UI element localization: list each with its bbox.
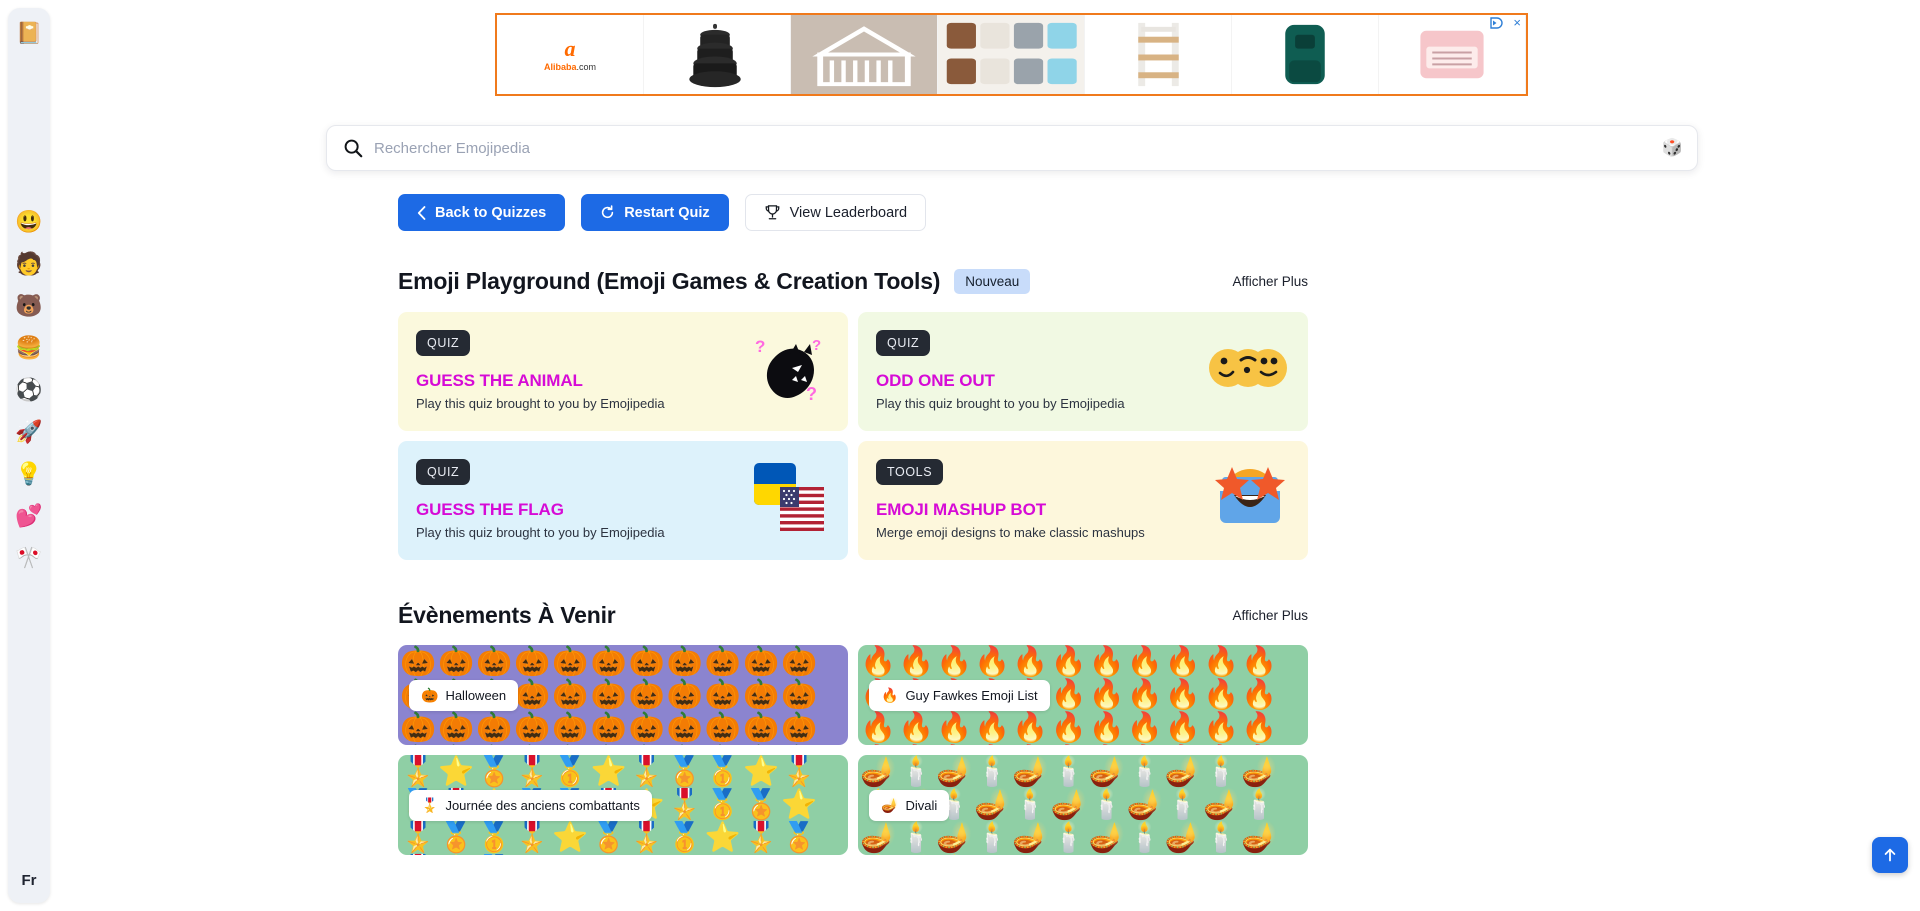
events-show-more[interactable]: Afficher Plus [1232,608,1308,623]
playground-title: Emoji Playground (Emoji Games & Creation… [398,268,941,294]
card-emoji-mashup-bot[interactable]: TOOLS EMOJI MASHUP BOT Merge emoji desig… [858,441,1308,560]
event-label: Halloween [445,687,507,703]
sidebar-item-travel[interactable]: 🚀 [14,417,44,447]
playground-new-badge: Nouveau [954,269,1031,294]
ad-product-cookware [644,15,791,94]
svg-text:?: ? [812,337,821,354]
card-tag: QUIZ [876,330,931,356]
quiz-toolbar: Back to Quizzes Restart Quiz View Leader… [398,194,927,231]
ad-product-bed [791,15,938,94]
svg-text:?: ? [755,337,765,356]
events-section-header: Évènements À Venir Afficher Plus [398,602,1308,629]
alibaba-logo-text: Alibaba.com [543,61,597,72]
arrow-up-icon [1884,848,1896,862]
event-card-divali[interactable]: 🪔🕯️🪔🕯️🪔🕯️🪔🕯️🪔🕯️🪔🕯️🪔🕯️🪔🕯️🪔🕯️🪔🕯️🪔🕯️🪔🕯️🪔🕯️🪔… [858,755,1308,855]
sidebar-item-activity[interactable]: ⚽ [14,375,44,405]
event-card-veterans-day[interactable]: 🎖️⭐🏅🎖️🥇⭐🎖️🏅🥇⭐🎖️🏅🎖️⭐🥇🏅🎖️⭐🎖️🥇🏅⭐🎖️🏅🥇🎖️⭐🏅🎖️🥇… [398,755,848,855]
search-input[interactable] [374,139,1662,157]
svg-text:?: ? [806,384,817,404]
sidebar-item-objects[interactable]: 💡 [14,459,44,489]
card-tag: QUIZ [416,330,471,356]
advertisement-banner[interactable]: ɑ Alibaba.com × [495,13,1528,96]
flags-art [750,459,828,543]
back-to-quizzes-button[interactable]: Back to Quizzes [398,194,566,231]
diya-lamp-icon: 🪔 [881,796,899,813]
ad-product-air-fryer [1232,15,1379,94]
left-sidebar: 📔 😃 🧑 🐻 🍔 ⚽ 🚀 💡 💕 🎌 Fr [8,8,50,903]
trophy-icon [765,205,779,220]
sidebar-item-animals[interactable]: 🐻 [14,291,44,321]
language-switcher[interactable]: Fr [22,872,37,889]
dice-icon[interactable]: 🎲 [1662,138,1683,158]
event-card-guy-fawkes[interactable]: 🔥🔥🔥🔥🔥🔥🔥🔥🔥🔥🔥🔥🔥🔥🔥🔥🔥🔥🔥🔥🔥🔥🔥🔥🔥🔥🔥🔥🔥🔥🔥🔥🔥🔥🔥🔥🔥🔥🔥🔥… [858,645,1308,745]
event-chip: 🎖️ Journée des anciens combattants [409,789,652,821]
military-medal-icon: 🎖️ [421,796,439,813]
playground-section-header: Emoji Playground (Emoji Games & Creation… [398,268,1308,295]
restart-quiz-label: Restart Quiz [624,204,710,221]
event-chip: 🎃 Halloween [409,679,519,711]
event-label: Guy Fawkes Emoji List [905,687,1038,703]
ad-brand-cell: ɑ Alibaba.com [497,15,644,94]
sidebar-item-food[interactable]: 🍔 [14,333,44,363]
sidebar-category-list: 😃 🧑 🐻 🍔 ⚽ 🚀 💡 💕 🎌 [14,207,44,585]
sidebar-item-people[interactable]: 🧑 [14,249,44,279]
ad-close-icon[interactable]: × [1513,16,1521,29]
card-guess-the-animal[interactable]: QUIZ GUESS THE ANIMAL Play this quiz bro… [398,312,848,431]
event-chip: 🪔 Divali [869,789,950,821]
odd-one-out-art [1208,344,1288,400]
adchoices-icon[interactable] [1490,17,1504,32]
playground-show-more[interactable]: Afficher Plus [1232,274,1308,289]
search-icon [344,139,363,158]
event-label: Journée des anciens combattants [445,797,640,813]
back-to-quizzes-label: Back to Quizzes [435,204,547,221]
restart-quiz-button[interactable]: Restart Quiz [581,194,729,231]
card-odd-one-out[interactable]: QUIZ ODD ONE OUT Play this quiz brought … [858,312,1308,431]
ad-product-storage-bins [938,15,1085,94]
sidebar-item-smileys[interactable]: 😃 [14,207,44,237]
animal-silhouette-art: ? ? ? [752,332,828,412]
restart-icon [602,205,614,219]
events-title: Évènements À Venir [398,602,616,628]
event-label: Divali [905,797,938,813]
scroll-to-top-button[interactable] [1872,837,1908,873]
playground-card-grid: QUIZ GUESS THE ANIMAL Play this quiz bro… [398,312,1308,560]
view-leaderboard-label: View Leaderboard [789,204,908,221]
fire-icon: 🔥 [881,686,899,703]
ad-product-step-stool [1085,15,1232,94]
events-grid: 🎃🎃🎃🎃🎃🎃🎃🎃🎃🎃🎃🎃🎃🎃🎃🎃🎃🎃🎃🎃🎃🎃🎃🎃🎃🎃🎃🎃🎃🎃🎃🎃🎃🎃🎃🎃🎃🎃🎃🎃… [398,645,1308,855]
view-leaderboard-button[interactable]: View Leaderboard [744,194,927,231]
chevron-left-icon [417,205,426,220]
alibaba-logo-icon: ɑ [564,35,576,61]
event-chip: 🔥 Guy Fawkes Emoji List [869,679,1050,711]
mashup-bot-art [1212,461,1288,541]
jack-o-lantern-icon: 🎃 [421,686,439,703]
search-bar[interactable]: 🎲 [326,125,1698,171]
sidebar-item-flags[interactable]: 🎌 [14,543,44,573]
page-content: ɑ Alibaba.com × Rechercher Emojipedia 🎲 … [58,0,1920,911]
event-card-halloween[interactable]: 🎃🎃🎃🎃🎃🎃🎃🎃🎃🎃🎃🎃🎃🎃🎃🎃🎃🎃🎃🎃🎃🎃🎃🎃🎃🎃🎃🎃🎃🎃🎃🎃🎃🎃🎃🎃🎃🎃🎃🎃… [398,645,848,745]
emoji-book-icon[interactable]: 📔 [16,21,42,47]
card-tag: QUIZ [416,459,471,485]
sidebar-item-symbols[interactable]: 💕 [14,501,44,531]
card-tag: TOOLS [876,459,944,485]
card-guess-the-flag[interactable]: QUIZ GUESS THE FLAG Play this quiz broug… [398,441,848,560]
